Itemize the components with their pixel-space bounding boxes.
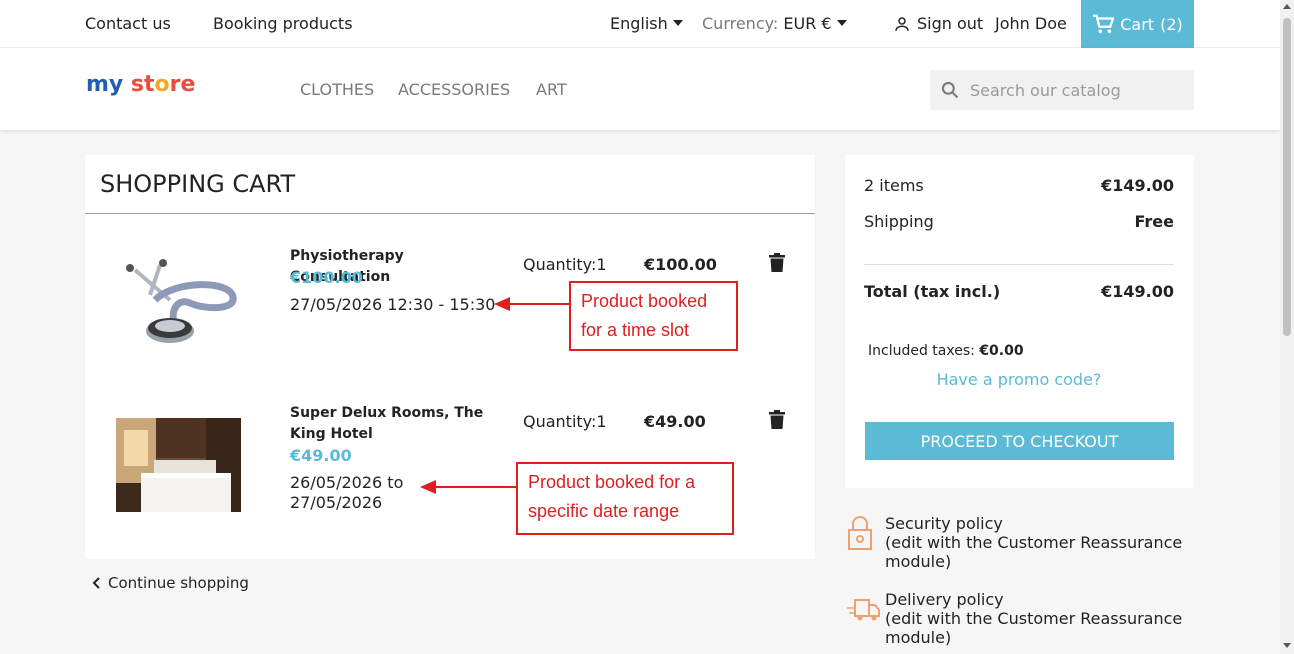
page-scrollbar[interactable] [1280, 0, 1294, 654]
site-header: my store CLOTHES ACCESSORIES ART [0, 48, 1280, 130]
scroll-down-arrow-icon[interactable] [1283, 643, 1291, 648]
booking-date: 26/05/2026 to 27/05/2026 [290, 473, 404, 512]
logo-part: my [86, 72, 124, 97]
product-image-stethoscope[interactable] [115, 255, 241, 351]
product-name[interactable]: Super Delux Rooms, The King Hotel [290, 403, 490, 445]
product-price: €49.00 [290, 446, 352, 465]
divider [85, 213, 815, 214]
search-input[interactable] [970, 80, 1180, 100]
trash-icon[interactable] [769, 253, 785, 273]
shipping-value: Free [1134, 212, 1175, 231]
delivery-desc: (edit with the Customer Reassurance modu… [845, 609, 1185, 647]
page-title: SHOPPING CART [100, 170, 296, 198]
product-image-hotel-room[interactable] [116, 418, 241, 512]
top-bar: Contact us Booking products English Curr… [0, 0, 1280, 48]
currency-value: EUR € [783, 14, 832, 33]
account-name[interactable]: John Doe [995, 14, 1067, 33]
shipping-label: Shipping [864, 212, 934, 231]
summary-shipping-row: Shipping Free [864, 212, 1174, 231]
reassurance-delivery: Delivery policy (edit with the Customer … [845, 590, 1185, 647]
booking-products-link[interactable]: Booking products [213, 14, 353, 33]
annotation-arrow [434, 486, 517, 488]
security-desc-text: (edit with the Customer Reassurance modu… [885, 533, 1183, 571]
line-total: €49.00 [644, 412, 706, 431]
store-logo[interactable]: my store [86, 72, 195, 97]
promo-code-link[interactable]: Have a promo code? [864, 370, 1174, 389]
lock-icon [848, 516, 872, 550]
scroll-up-arrow-icon[interactable] [1283, 4, 1291, 9]
cart-button[interactable]: Cart (2) [1081, 0, 1194, 48]
divider [864, 264, 1174, 265]
cart-label: Cart [1120, 14, 1155, 34]
taxes-value: €0.00 [979, 343, 1024, 359]
cart-icon [1093, 14, 1115, 34]
continue-shopping-link[interactable]: Continue shopping [92, 574, 249, 592]
sign-out-link[interactable]: Sign out [893, 14, 983, 33]
language-value: English [610, 14, 668, 33]
security-desc: (edit with the Customer Reassurance modu… [845, 533, 1185, 571]
nav-art[interactable]: ART [536, 80, 567, 99]
scrollbar-thumb[interactable] [1283, 18, 1291, 336]
currency-label: Currency: [702, 14, 779, 33]
total-value: €149.00 [1101, 282, 1174, 301]
chevron-down-icon [672, 20, 683, 26]
summary-items-row: 2 items €149.00 [864, 176, 1174, 195]
delivery-truck-icon [847, 599, 880, 621]
logo-part: re [169, 72, 196, 97]
language-selector[interactable]: English [610, 14, 683, 33]
trash-icon[interactable] [769, 410, 785, 430]
proceed-to-checkout-button[interactable]: PROCEED TO CHECKOUT [865, 422, 1174, 460]
taxes-label: Included taxes: [868, 343, 975, 359]
annotation-date-range: Product booked for a specific date range [516, 462, 734, 535]
search-icon[interactable] [940, 80, 960, 100]
annotation-time-slot: Product booked for a time slot [569, 281, 738, 351]
chevron-left-icon [92, 577, 100, 589]
security-title: Security policy [885, 514, 1003, 533]
nav-accessories[interactable]: ACCESSORIES [398, 80, 510, 99]
items-label: 2 items [864, 176, 924, 195]
reassurance-security: Security policy (edit with the Customer … [845, 514, 1185, 571]
product-price: €100.00 [290, 268, 363, 287]
line-total: €100.00 [644, 255, 717, 274]
booking-date: 27/05/2026 12:30 - 15:30 [290, 295, 496, 314]
sign-out-label: Sign out [917, 14, 984, 33]
quantity[interactable]: Quantity:1 [523, 412, 607, 431]
nav-clothes[interactable]: CLOTHES [300, 80, 374, 99]
annotation-arrow [508, 303, 570, 305]
delivery-title: Delivery policy [885, 590, 1004, 609]
logo-part: o [154, 72, 170, 97]
delivery-desc-text: (edit with the Customer Reassurance modu… [885, 609, 1183, 647]
user-icon [895, 16, 909, 31]
summary-total-row: Total (tax incl.) €149.00 [864, 282, 1174, 301]
chevron-down-icon [836, 20, 847, 26]
logo-part: st [123, 72, 155, 97]
quantity[interactable]: Quantity:1 [523, 255, 607, 274]
currency-selector[interactable]: Currency: EUR € [702, 14, 847, 33]
cart-count: (2) [1160, 14, 1183, 34]
continue-shopping-label: Continue shopping [108, 574, 249, 592]
search-box [930, 70, 1194, 110]
contact-us-link[interactable]: Contact us [85, 14, 171, 33]
total-label: Total (tax incl.) [864, 282, 1001, 301]
items-value: €149.00 [1101, 176, 1174, 195]
included-taxes: Included taxes: €0.00 [868, 343, 1024, 359]
